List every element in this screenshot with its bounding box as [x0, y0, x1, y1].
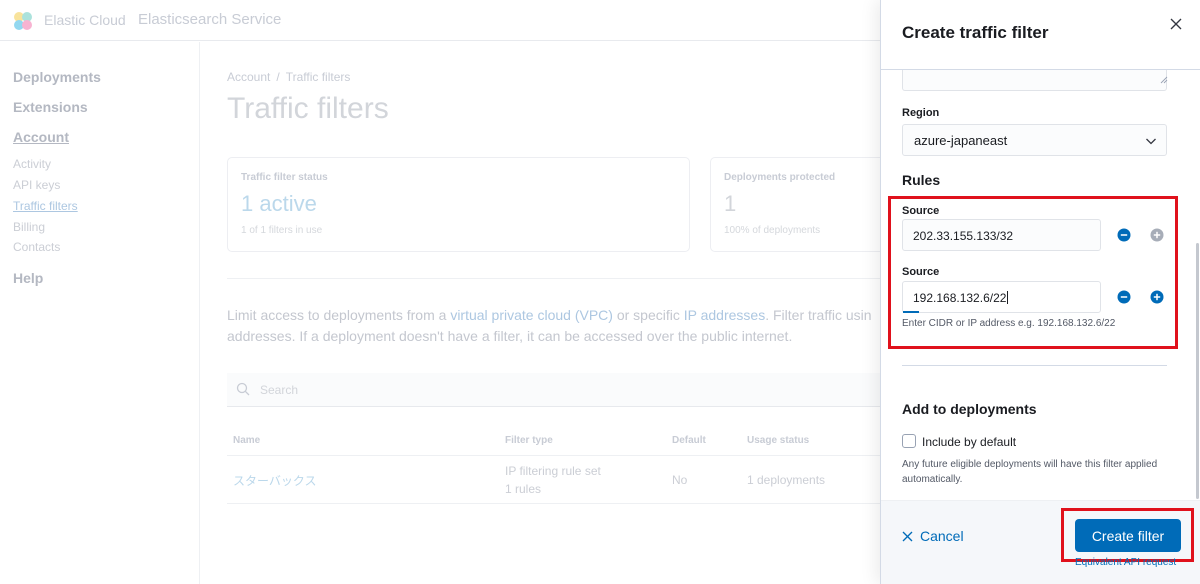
source-input-2-value: 192.168.132.6/22 [913, 291, 1009, 305]
source-help-text: Enter CIDR or IP address e.g. 192.168.13… [902, 318, 1116, 329]
flyout-title: Create traffic filter [902, 23, 1049, 42]
source-label-1: Source [902, 205, 940, 217]
plus-circle-icon [1150, 290, 1164, 304]
create-traffic-filter-flyout: Create traffic filter Region azure-japan… [880, 0, 1200, 584]
rules-heading: Rules [902, 172, 941, 188]
include-by-default-help: Any future eligible deployments will hav… [902, 459, 1158, 485]
focus-underline [903, 311, 919, 313]
resize-handle-icon[interactable] [1160, 76, 1168, 84]
region-select[interactable]: azure-japaneast [902, 124, 1167, 156]
add-source-2-button[interactable] [1150, 290, 1164, 304]
source-input-1[interactable]: 202.33.155.133/32 [902, 219, 1101, 251]
flyout-header: Create traffic filter [881, 0, 1200, 70]
include-by-default-checkbox[interactable] [902, 434, 916, 448]
region-select-value: azure-japaneast [914, 133, 1008, 148]
close-icon[interactable] [1167, 15, 1185, 33]
minus-circle-icon [1117, 290, 1131, 304]
source-label-2: Source [902, 266, 940, 278]
scrollbar-thumb[interactable] [1196, 243, 1199, 499]
section-divider [902, 365, 1167, 366]
cross-icon [902, 531, 913, 541]
api-request-link[interactable]: Equivalent API request [1075, 557, 1176, 568]
source-input-2-text: 192.168.132.6/22 [913, 291, 1007, 305]
create-filter-button[interactable]: Create filter [1075, 519, 1181, 552]
source-input-2[interactable]: 192.168.132.6/22 [902, 281, 1101, 313]
region-label: Region [902, 107, 940, 119]
modal-overlay[interactable] [0, 0, 880, 584]
cancel-label: Cancel [920, 528, 964, 544]
cancel-button[interactable]: Cancel [902, 528, 964, 544]
add-to-deployments-heading: Add to deployments [902, 401, 1037, 417]
text-caret [1007, 291, 1009, 304]
minus-circle-icon [1117, 228, 1131, 242]
add-source-1-button[interactable] [1150, 228, 1164, 242]
chevron-down-icon [1146, 138, 1156, 145]
source-input-1-value: 202.33.155.133/32 [913, 229, 1014, 243]
include-by-default-label[interactable]: Include by default [922, 435, 1016, 449]
remove-source-2-button[interactable] [1117, 290, 1131, 304]
remove-source-1-button[interactable] [1117, 228, 1131, 242]
plus-circle-icon [1150, 228, 1164, 242]
